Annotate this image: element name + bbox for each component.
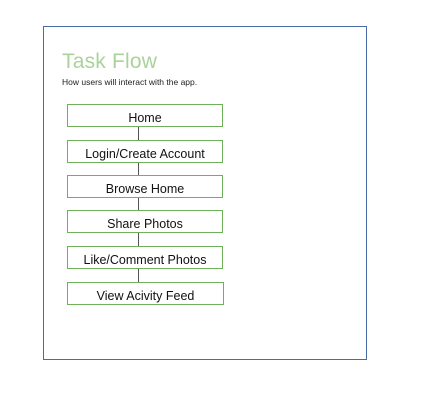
step-share-photos: Share Photos bbox=[67, 210, 223, 233]
step-view-activity-feed: View Acivity Feed bbox=[67, 282, 224, 305]
connector-4-5 bbox=[138, 233, 139, 247]
connector-5-6 bbox=[138, 269, 139, 283]
connector-2-3 bbox=[138, 163, 139, 175]
connector-1-2 bbox=[138, 127, 139, 141]
step-like-comment-photos: Like/Comment Photos bbox=[67, 246, 223, 269]
step-browse-home: Browse Home bbox=[67, 175, 223, 198]
step-home: Home bbox=[67, 104, 223, 127]
diagram-title: Task Flow bbox=[62, 50, 158, 73]
diagram-subtitle: How users will interact with the app. bbox=[62, 77, 198, 87]
step-login-create-account: Login/Create Account bbox=[67, 140, 223, 163]
connector-3-4 bbox=[138, 197, 139, 210]
